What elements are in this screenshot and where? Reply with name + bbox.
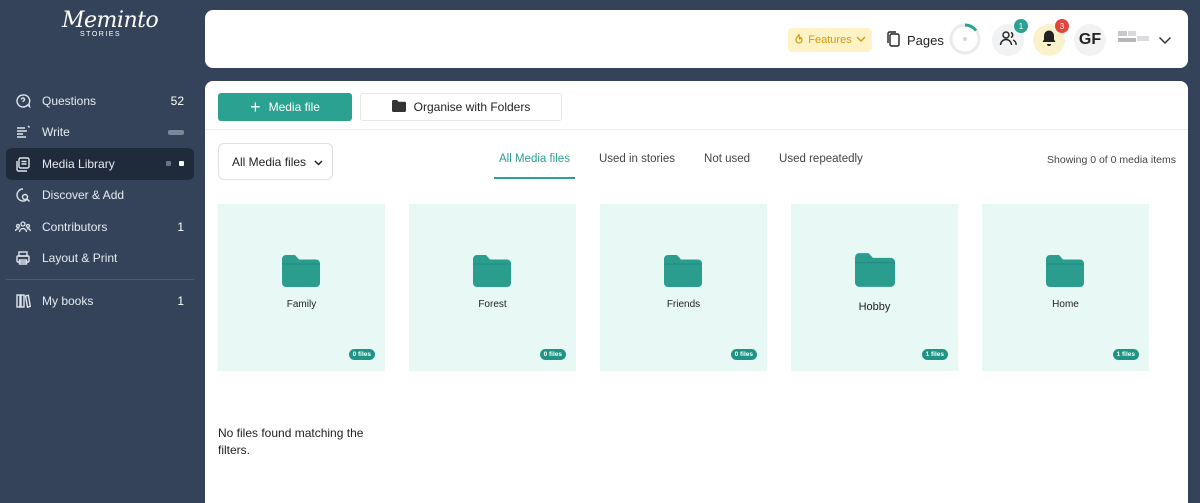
sidebar-item-label: Contributors [42,219,108,234]
folder-card-hobby[interactable]: Hobby 1 files [791,204,958,371]
bell-icon [1041,29,1057,52]
folder-name: Friends [666,299,701,310]
write-icon [14,123,32,141]
chevron-down-icon [314,155,323,169]
folder-card-home[interactable]: Home 1 files [982,204,1149,371]
sidebar-item-label: Media Library [42,156,115,171]
media-toolbar: + Media file Organise with Folders [205,81,1188,130]
contributors-icon [14,218,32,236]
folder-icon [282,255,320,292]
media-count-status: Showing 0 of 0 media items [1047,154,1176,166]
media-filter-value: All Media files [232,154,307,169]
notifications-badge: 3 [1055,19,1069,33]
sidebar-item-discover-add[interactable]: Discover & Add [6,180,194,212]
status-dots [166,161,184,167]
sidebar-item-count: 52 [170,93,184,108]
folder-icon [855,253,895,292]
meminto-logo[interactable]: Meminto STORIES [62,8,159,48]
organise-folders-button[interactable]: Organise with Folders [360,93,562,121]
empty-state-message: No files found matching the filters. [218,426,364,457]
folder-grid: Family 0 files Forest 0 files Friends 0 … [218,204,1149,371]
folder-file-count: 1 files [921,349,948,360]
sidebar-item-label: My books [42,293,94,308]
discover-icon [14,186,32,204]
printer-icon [14,249,32,267]
contributors-badge: 1 [1014,19,1028,33]
pages-label: Pages [907,32,944,48]
sidebar-nav: Questions 52 Write Media Library Discove… [6,85,194,317]
tab-all-media-files[interactable]: All Media files [494,143,575,179]
notifications-button[interactable]: 3 [1033,19,1069,56]
folder-file-count: 0 files [539,349,566,360]
sidebar-item-contributors[interactable]: Contributors 1 [6,211,194,243]
sidebar-divider [6,279,194,280]
sidebar-item-media-library[interactable]: Media Library [6,148,194,180]
sidebar-item-my-books[interactable]: My books 1 [6,285,194,317]
pages-icon [885,30,901,51]
folder-name: Home [1052,299,1079,310]
folder-name: Hobby [858,301,891,313]
pages-button[interactable]: Pages [885,28,944,52]
sidebar-item-label: Write [42,125,70,140]
pages-progress-ring[interactable] [949,23,981,55]
sidebar-item-count: 1 [177,219,184,234]
books-icon [14,292,32,310]
media-library-panel: + Media file Organise with Folders All M… [205,81,1188,503]
users-icon [999,30,1017,51]
folder-icon [664,255,702,292]
sidebar-item-write[interactable]: Write [6,117,194,149]
tab-used-repeatedly[interactable]: Used repeatedly [774,143,868,179]
folder-icon [473,255,511,292]
sidebar-item-label: Layout & Print [42,251,118,266]
folder-name: Family [286,299,317,310]
redacted-indicator [168,129,184,135]
contributors-button[interactable]: 1 [992,19,1028,56]
media-tabs: All Media files Used in stories Not used… [494,143,887,179]
folder-file-count: 1 files [1112,349,1139,360]
tab-not-used[interactable]: Not used [699,143,755,179]
sidebar-item-label: Discover & Add [42,188,125,203]
folder-card-friends[interactable]: Friends 0 files [600,204,767,371]
features-button[interactable]: Features [788,28,872,52]
flame-icon [794,33,804,48]
account-menu-chevron-icon[interactable] [1158,32,1172,50]
sidebar: Meminto STORIES Questions 52 Write Media… [0,0,200,503]
folder-icon [1046,255,1084,292]
tab-used-in-stories[interactable]: Used in stories [594,143,680,179]
chat-question-icon [14,92,32,110]
folder-card-forest[interactable]: Forest 0 files [409,204,576,371]
add-media-file-label: Media file [268,100,320,114]
sidebar-item-layout-print[interactable]: Layout & Print [6,243,194,275]
plus-icon: + [250,97,261,117]
folder-file-count: 0 files [730,349,757,360]
folder-file-count: 0 files [348,349,375,360]
redacted-user-name[interactable] [1118,31,1150,47]
folder-name: Forest [478,299,507,310]
folder-card-family[interactable]: Family 0 files [218,204,385,371]
features-label: Features [808,34,852,46]
sidebar-item-label: Questions [42,93,97,108]
add-media-file-button[interactable]: + Media file [218,93,352,121]
media-library-icon [14,155,32,173]
folder-icon [391,99,406,115]
sidebar-item-questions[interactable]: Questions 52 [6,85,194,117]
sidebar-item-count: 1 [177,293,184,308]
top-header: Features Pages 1 3 GF [205,10,1188,68]
media-filter-select[interactable]: All Media files [218,143,333,180]
organise-folders-label: Organise with Folders [413,100,531,114]
chevron-down-icon [856,34,866,46]
avatar[interactable]: GF [1074,24,1106,56]
